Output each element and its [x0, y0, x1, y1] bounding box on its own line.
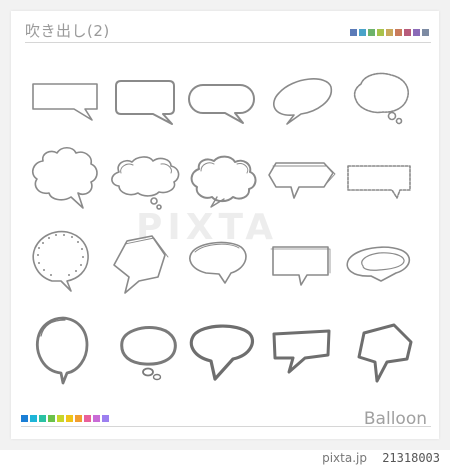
brush-circle-bubble-icon — [35, 316, 89, 385]
sketch-ellipse-bubble-icon — [346, 246, 411, 282]
cloud-bubble-icon — [31, 146, 98, 209]
puffy-cloud-bubble-icon — [190, 155, 257, 208]
brush-box-bubble-icon — [272, 329, 331, 374]
color-swatch — [84, 415, 91, 422]
oval-speech-bubble-icon — [273, 78, 332, 125]
color-swatch — [66, 415, 73, 422]
thought-bubble-icon — [353, 72, 409, 125]
sketch-oval-bubble-icon — [189, 241, 247, 284]
color-swatches-bottom — [21, 415, 109, 422]
footer-label: Balloon — [363, 409, 427, 429]
rounded-speech-bubble-icon — [115, 80, 175, 125]
color-swatch — [39, 415, 46, 422]
color-swatch — [21, 415, 28, 422]
stock-id: 21318003 — [382, 451, 440, 465]
brush-oval-bubble-icon — [189, 324, 255, 381]
stock-brand: pixta.jp — [322, 451, 367, 465]
color-swatch — [48, 415, 55, 422]
dashed-box-bubble-icon — [347, 165, 411, 199]
pill-speech-bubble-icon — [188, 84, 255, 124]
sketch-box-bubble-icon — [270, 246, 331, 286]
color-swatch — [93, 415, 100, 422]
balloon-grid — [31, 72, 413, 385]
brush-thought-bubble-icon — [120, 326, 177, 381]
brush-octagon-bubble-icon — [357, 323, 413, 383]
arrow-box-bubble-icon — [268, 162, 336, 199]
cloud-thought-bubble-icon — [111, 156, 180, 210]
dotted-circle-bubble-icon — [32, 230, 89, 292]
color-swatch — [75, 415, 82, 422]
color-swatch — [30, 415, 37, 422]
artwork-card: 吹き出し(2) PIXTA Balloon — [11, 11, 439, 439]
color-swatch — [102, 415, 109, 422]
rectangle-speech-bubble-icon — [32, 83, 98, 121]
color-swatch — [57, 415, 64, 422]
hexagon-bubble-icon — [113, 235, 169, 294]
